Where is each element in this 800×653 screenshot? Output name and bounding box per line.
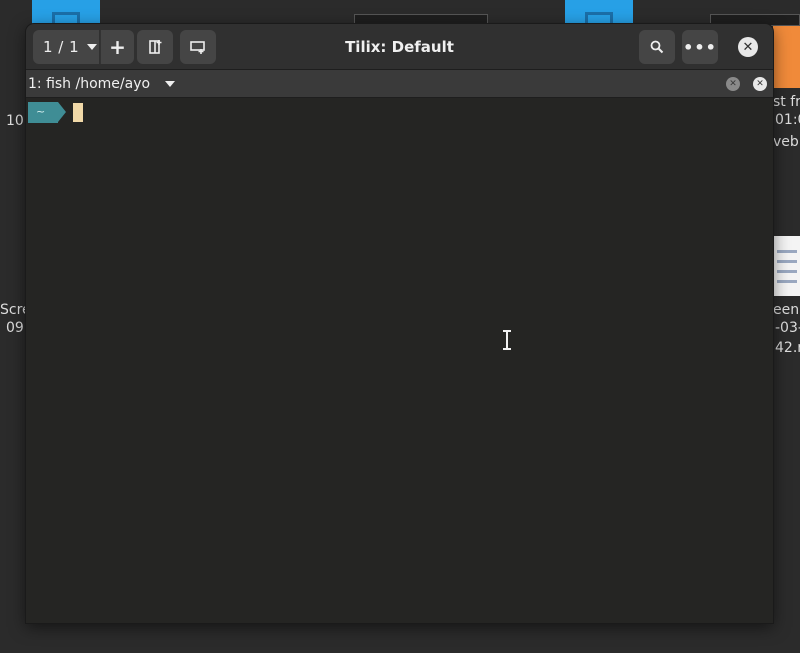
- video-file-icon[interactable]: [32, 0, 100, 24]
- prompt-arrow: [58, 102, 66, 122]
- terminal-titlebar[interactable]: 1: fish /home/ayo ✕ ✕: [26, 70, 773, 98]
- screenshot-thumbnail[interactable]: [773, 236, 800, 296]
- desktop-file-label[interactable]: -03-: [775, 319, 800, 337]
- header-bar[interactable]: 1 / 1 + Tilix: Default ••• ✕: [26, 24, 773, 70]
- split-down-button[interactable]: [180, 30, 216, 64]
- maximize-icon[interactable]: ✕: [726, 77, 740, 91]
- prompt-directory: ~: [28, 102, 58, 123]
- tilix-window: 1 / 1 + Tilix: Default ••• ✕ 1: fish /ho…: [26, 24, 773, 623]
- split-right-icon: [149, 40, 162, 54]
- split-down-icon: [190, 41, 205, 54]
- add-session-button[interactable]: +: [100, 30, 134, 64]
- desktop-file-label[interactable]: 01:0: [775, 111, 800, 129]
- desktop-file-label[interactable]: st fro: [773, 93, 800, 111]
- video-file-icon[interactable]: [565, 0, 633, 24]
- image-thumbnail[interactable]: [773, 26, 800, 88]
- terminal-title: 1: fish /home/ayo: [28, 76, 151, 92]
- session-switcher-button[interactable]: 1 / 1: [33, 30, 99, 64]
- text-cursor: [73, 103, 83, 122]
- search-icon: [650, 40, 664, 54]
- caret-down-icon: [164, 81, 175, 87]
- desktop-file-label[interactable]: vebr: [773, 133, 800, 151]
- text-cursor-icon: [503, 330, 511, 350]
- close-icon[interactable]: ✕: [753, 77, 767, 91]
- window-close-button[interactable]: ✕: [738, 37, 758, 57]
- search-button[interactable]: [639, 30, 675, 64]
- terminal-title-menu[interactable]: 1: fish /home/ayo: [28, 70, 175, 98]
- desktop-file-label[interactable]: 09: [6, 319, 24, 337]
- desktop-file-label[interactable]: eenr: [773, 301, 800, 319]
- caret-down-icon: [87, 44, 98, 50]
- terminal-area[interactable]: ~: [26, 98, 773, 623]
- split-right-button[interactable]: [137, 30, 173, 64]
- session-count: 1 / 1: [43, 38, 80, 56]
- menu-button[interactable]: •••: [682, 30, 718, 64]
- desktop-file-label[interactable]: 42.r: [775, 339, 800, 357]
